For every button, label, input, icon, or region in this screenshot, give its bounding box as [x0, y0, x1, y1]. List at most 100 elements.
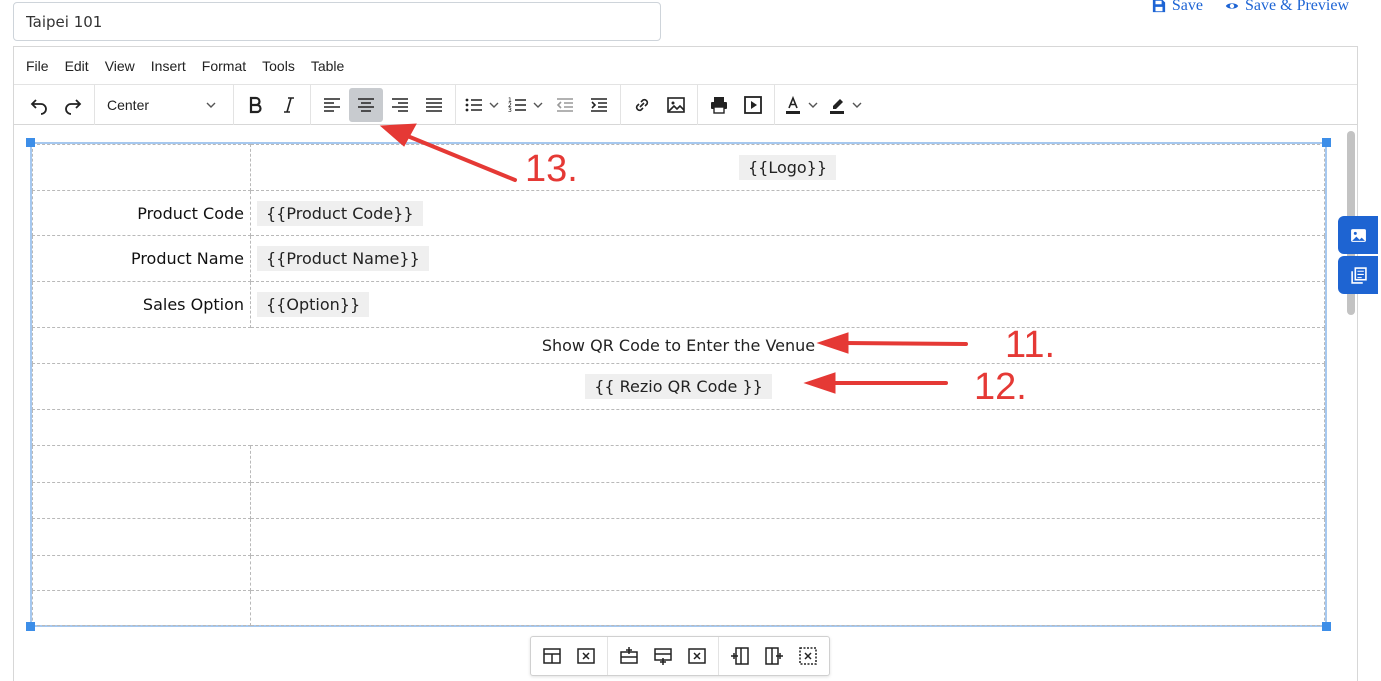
- table-row[interactable]: Show QR Code to Enter the Venue: [32, 327, 1325, 364]
- option-token[interactable]: {{Option}}: [257, 292, 370, 317]
- print-button[interactable]: [702, 88, 736, 122]
- save-button[interactable]: Save: [1152, 0, 1203, 15]
- template-table-selection[interactable]: {{Logo}} Product Code {{Product Code}} P…: [26, 138, 1331, 631]
- table-row[interactable]: {{ Rezio QR Code }}: [32, 363, 1325, 410]
- insert-column-after-button[interactable]: [757, 639, 791, 673]
- menu-tools[interactable]: Tools: [262, 58, 303, 74]
- table-row[interactable]: [32, 518, 1325, 556]
- logo-token[interactable]: {{Logo}}: [738, 155, 837, 180]
- table-cell[interactable]: {{Option}}: [250, 281, 1325, 328]
- table-cell[interactable]: [32, 555, 251, 591]
- table-context-toolbar: [530, 636, 830, 676]
- table-cell[interactable]: {{ Rezio QR Code }}: [32, 363, 1325, 410]
- alignment-group: [311, 84, 456, 125]
- table-cell[interactable]: [250, 555, 1325, 591]
- link-button[interactable]: [625, 88, 659, 122]
- menu-view[interactable]: View: [105, 58, 143, 74]
- table-cell[interactable]: [32, 590, 251, 626]
- table-row[interactable]: Product Name {{Product Name}}: [32, 235, 1325, 282]
- menu-table[interactable]: Table: [311, 58, 352, 74]
- product-code-label[interactable]: Product Code: [32, 190, 251, 236]
- undo-button[interactable]: [22, 88, 56, 122]
- template-title-input[interactable]: [13, 2, 661, 41]
- table-cell[interactable]: [32, 518, 251, 556]
- resize-handle-top-right[interactable]: [1322, 138, 1331, 147]
- resize-handle-top-left[interactable]: [26, 138, 35, 147]
- table-row[interactable]: [32, 409, 1325, 446]
- product-name-label[interactable]: Product Name: [32, 235, 251, 282]
- table-cell[interactable]: {{Product Name}}: [250, 235, 1325, 282]
- table-cell[interactable]: [250, 445, 1325, 483]
- image-panel-tab[interactable]: [1338, 216, 1378, 254]
- numbered-list-button[interactable]: 123: [504, 88, 532, 122]
- side-tabs: [1338, 216, 1378, 296]
- table-row[interactable]: Sales Option {{Option}}: [32, 281, 1325, 328]
- indent-button[interactable]: [582, 88, 616, 122]
- text-color-button[interactable]: [779, 88, 807, 122]
- table-cell[interactable]: [32, 409, 1325, 446]
- menu-insert[interactable]: Insert: [151, 58, 194, 74]
- image-panel-icon: [1350, 228, 1366, 242]
- insert-column-before-icon: [731, 647, 749, 665]
- table-cell[interactable]: [250, 518, 1325, 556]
- table-properties-icon: [543, 648, 561, 664]
- copy-panel-icon: [1350, 266, 1367, 284]
- text-color-dropdown[interactable]: [779, 88, 823, 122]
- align-center-button[interactable]: [349, 87, 383, 122]
- bullet-list-dropdown[interactable]: [460, 88, 504, 122]
- align-left-button[interactable]: [315, 88, 349, 122]
- align-right-button[interactable]: [383, 88, 417, 122]
- delete-row-button[interactable]: [680, 639, 714, 673]
- insert-row-before-button[interactable]: [612, 639, 646, 673]
- bold-button[interactable]: [238, 88, 272, 122]
- insert-row-after-button[interactable]: [646, 639, 680, 673]
- table-cell[interactable]: [32, 482, 251, 519]
- template-table[interactable]: {{Logo}} Product Code {{Product Code}} P…: [32, 144, 1325, 626]
- table-cell[interactable]: {{Logo}}: [250, 144, 1325, 191]
- table-cell[interactable]: [250, 482, 1325, 519]
- menu-format[interactable]: Format: [202, 58, 254, 74]
- highlight-button[interactable]: [823, 88, 851, 122]
- copy-panel-tab[interactable]: [1338, 256, 1378, 294]
- table-cell[interactable]: [32, 445, 251, 483]
- insert-column-before-button[interactable]: [723, 639, 757, 673]
- table-row[interactable]: {{Logo}}: [32, 144, 1325, 191]
- save-preview-button[interactable]: Save & Preview: [1225, 0, 1349, 15]
- align-justify-icon: [426, 97, 442, 112]
- resize-handle-bottom-right[interactable]: [1322, 622, 1331, 631]
- bullet-list-button[interactable]: [460, 88, 488, 122]
- rich-text-editor: File Edit View Insert Format Tools Table…: [13, 46, 1358, 681]
- table-row[interactable]: Product Code {{Product Code}}: [32, 190, 1325, 236]
- product-name-token[interactable]: {{Product Name}}: [257, 246, 429, 271]
- qr-instruction-text[interactable]: Show QR Code to Enter the Venue: [32, 327, 1325, 364]
- table-properties-button[interactable]: [535, 639, 569, 673]
- table-cell[interactable]: [32, 144, 251, 191]
- delete-table-button[interactable]: [569, 639, 603, 673]
- outdent-button[interactable]: [548, 88, 582, 122]
- italic-button[interactable]: [272, 88, 306, 122]
- italic-icon: [284, 96, 294, 113]
- table-row[interactable]: [32, 590, 1325, 626]
- table-row[interactable]: [32, 482, 1325, 519]
- block-format-select[interactable]: Center: [99, 88, 229, 122]
- top-actions: Save Save & Preview: [1152, 0, 1349, 15]
- table-row[interactable]: [32, 445, 1325, 483]
- sales-option-label[interactable]: Sales Option: [32, 281, 251, 328]
- table-cell[interactable]: [250, 590, 1325, 626]
- qr-code-token[interactable]: {{ Rezio QR Code }}: [585, 374, 772, 399]
- editor-content[interactable]: {{Logo}} Product Code {{Product Code}} P…: [14, 127, 1357, 681]
- table-row[interactable]: [32, 555, 1325, 591]
- redo-button[interactable]: [56, 88, 90, 122]
- resize-handle-bottom-left[interactable]: [26, 622, 35, 631]
- media-button[interactable]: [736, 88, 770, 122]
- product-code-token[interactable]: {{Product Code}}: [257, 200, 423, 226]
- delete-column-button[interactable]: [791, 639, 825, 673]
- align-justify-button[interactable]: [417, 88, 451, 122]
- image-button[interactable]: [659, 88, 693, 122]
- menu-file[interactable]: File: [26, 58, 57, 74]
- highlight-dropdown[interactable]: [823, 88, 867, 122]
- menu-edit[interactable]: Edit: [65, 58, 97, 74]
- table-cell[interactable]: {{Product Code}}: [250, 190, 1325, 236]
- numbered-list-dropdown[interactable]: 123: [504, 88, 548, 122]
- output-group: [698, 84, 775, 125]
